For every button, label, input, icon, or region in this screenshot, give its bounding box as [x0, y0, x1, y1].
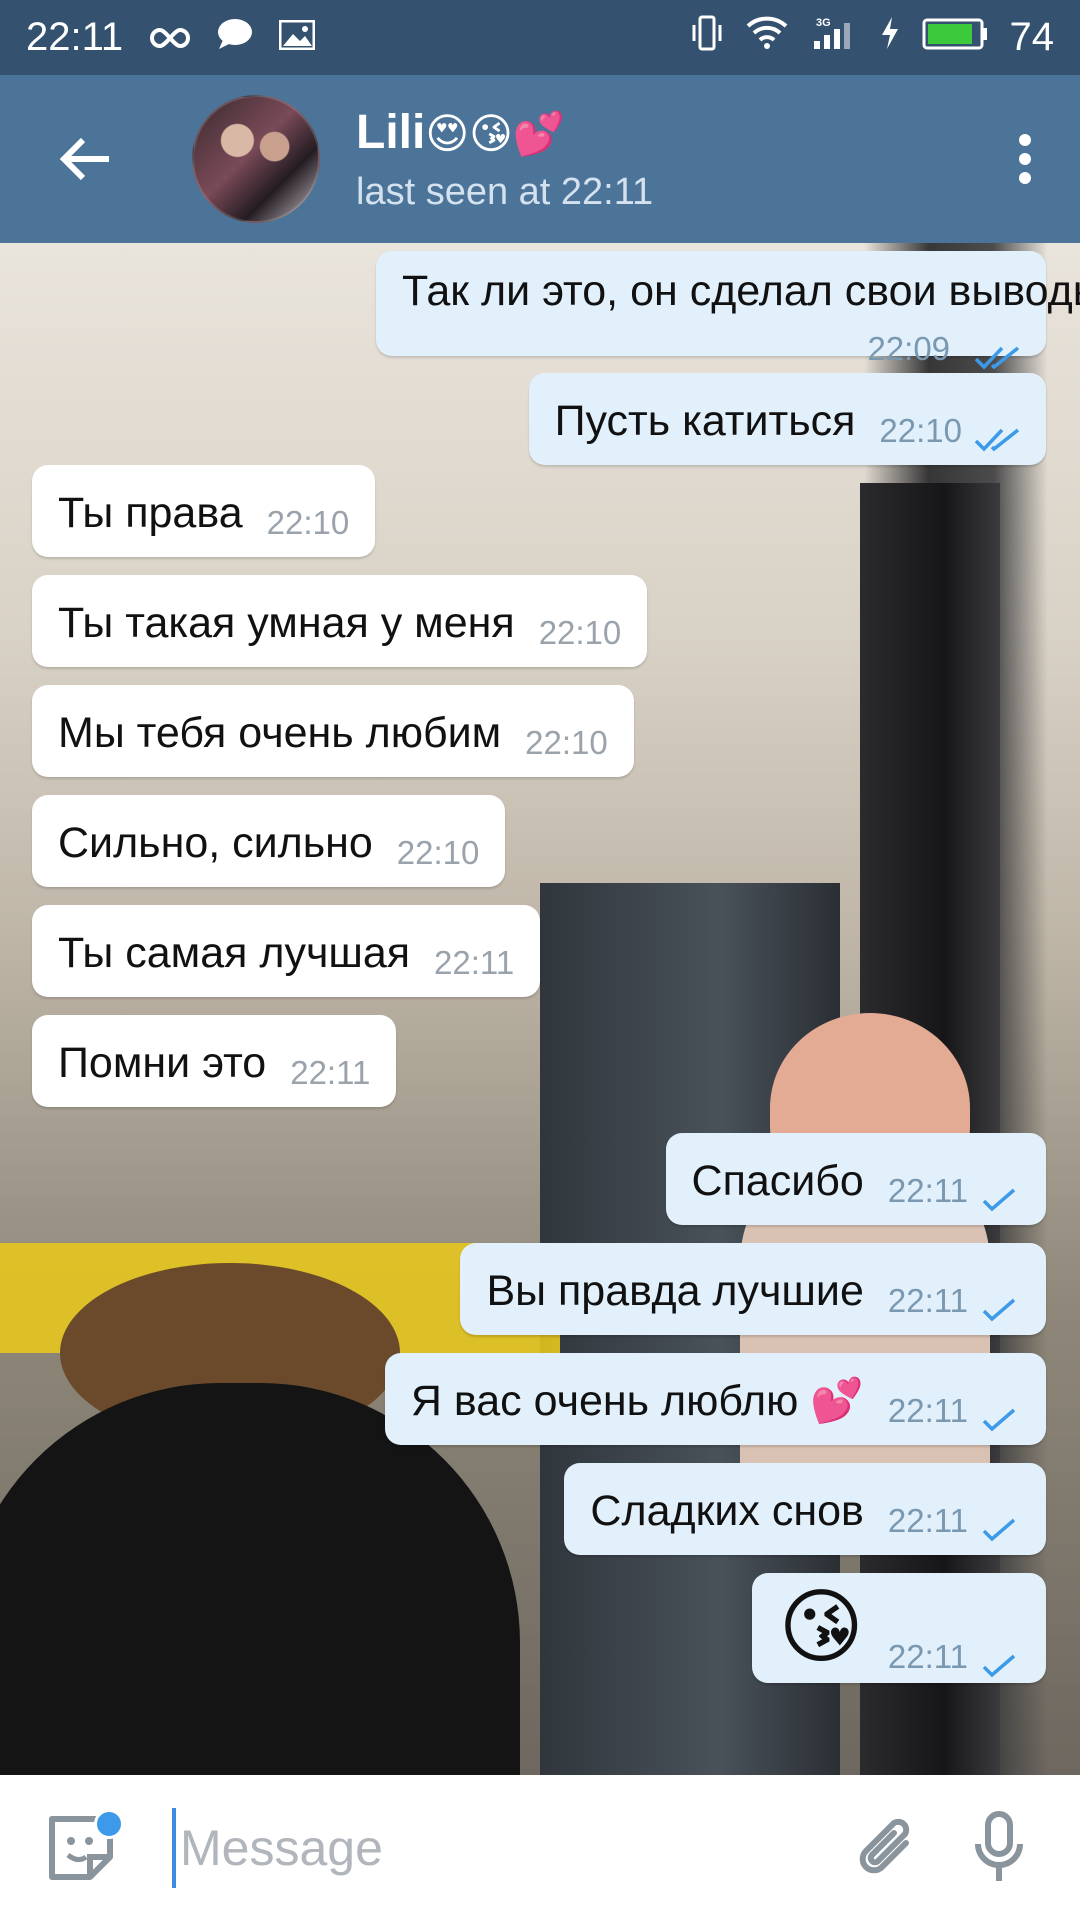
- chat-bubble-icon: [217, 15, 253, 60]
- check-icon: [982, 1408, 1016, 1432]
- message-time: 22:11: [887, 1392, 968, 1429]
- status-bar: 22:11 3G 74: [0, 0, 1080, 75]
- chat-info[interactable]: Lili😍😘💕 last seen at 22:11: [356, 104, 653, 214]
- message-bubble[interactable]: Сладких снов 22:11: [564, 1463, 1046, 1555]
- message-text: Помни это: [58, 1039, 267, 1087]
- message-meta: 22:09: [402, 313, 1020, 370]
- message-emoji: 😘: [778, 1582, 864, 1673]
- message-time: 22:11: [887, 1282, 968, 1319]
- infinity-icon: [149, 15, 191, 60]
- check-icon: [982, 1188, 1016, 1212]
- check-icon: [982, 1518, 1016, 1542]
- vertical-dots-icon: [1019, 134, 1031, 184]
- check-icon: [982, 1654, 1016, 1678]
- message-composer: [0, 1775, 1080, 1920]
- double-check-icon: [974, 428, 1020, 452]
- microphone-button[interactable]: [944, 1793, 1054, 1903]
- attach-button[interactable]: [834, 1793, 944, 1903]
- message-time: 22:09: [867, 330, 951, 367]
- message-input[interactable]: [172, 1807, 792, 1888]
- message-time: 22:11: [887, 1172, 968, 1209]
- message-bubble[interactable]: Мы тебя очень любим 22:10: [32, 685, 634, 777]
- message-time: 22:10: [266, 504, 350, 541]
- chat-title: Lili😍😘💕: [356, 104, 653, 163]
- charging-icon: [880, 15, 900, 60]
- wifi-icon: [746, 15, 788, 60]
- more-options-button[interactable]: [970, 75, 1080, 243]
- message-text: Ты такая умная у меня: [58, 599, 515, 647]
- message-time: 22:10: [879, 412, 962, 449]
- message-text: Вы правда лучшие: [486, 1267, 864, 1315]
- message-bubble[interactable]: 😘 22:11: [752, 1573, 1046, 1683]
- message-bubble[interactable]: Вы правда лучшие 22:11: [460, 1243, 1046, 1335]
- sticker-button[interactable]: [26, 1793, 136, 1903]
- paperclip-icon: [859, 1818, 910, 1873]
- double-check-icon: [974, 346, 1020, 370]
- chat-header: Lili😍😘💕 last seen at 22:11: [0, 75, 1080, 243]
- network-type: 3G: [816, 17, 831, 29]
- signal-icon: 3G: [810, 15, 858, 61]
- message-bubble[interactable]: Я вас очень люблю 💕 22:11: [384, 1353, 1046, 1445]
- microphone-icon: [975, 1810, 1023, 1881]
- message-time: 22:11: [290, 1054, 371, 1091]
- back-button[interactable]: [0, 75, 170, 243]
- avatar[interactable]: [192, 95, 320, 223]
- message-time: 22:11: [434, 944, 515, 981]
- message-time: 22:10: [538, 614, 622, 651]
- arrow-left-icon: [59, 137, 109, 181]
- message-bubble[interactable]: Помни это 22:11: [32, 1015, 397, 1107]
- chat-background: Так ли это, он сделал свои выводы 22:09 …: [0, 243, 1080, 1775]
- check-icon: [982, 1298, 1016, 1322]
- message-bubble[interactable]: Спасибо 22:11: [665, 1133, 1046, 1225]
- last-seen-status: last seen at 22:11: [356, 171, 654, 213]
- message-text: Ты самая лучшая: [58, 929, 411, 977]
- name-emojis: 😍😘💕: [425, 110, 566, 157]
- message-text: Я вас очень люблю 💕: [410, 1377, 864, 1425]
- message-bubble[interactable]: Пусть катиться 22:10: [528, 373, 1046, 465]
- message-bubble[interactable]: Ты такая умная у меня 22:10: [32, 575, 648, 667]
- message-text: Сладких снов: [590, 1487, 864, 1535]
- message-text: Сильно, сильно: [58, 819, 373, 867]
- message-text: Спасибо: [691, 1157, 864, 1205]
- notification-dot: [94, 1808, 124, 1839]
- image-icon: [278, 15, 316, 60]
- telegram-chat-screen: 22:11 3G 74 Lili😍😘💕 last seen at 22:11 Т…: [0, 0, 1080, 1920]
- message-text: Пусть катиться: [554, 397, 856, 445]
- message-text: Ты права: [58, 489, 243, 537]
- message-bubble[interactable]: Ты права 22:10: [32, 465, 376, 557]
- message-bubble[interactable]: Так ли это, он сделал свои выводы 22:09: [376, 251, 1080, 370]
- vibrate-icon: [690, 15, 724, 61]
- message-text: Мы тебя очень любим: [58, 709, 502, 757]
- battery-icon: [922, 15, 988, 60]
- message-time: 22:10: [525, 724, 608, 761]
- status-time: 22:11: [26, 15, 124, 59]
- message-text: Так ли это, он сделал свои выводы: [402, 267, 1080, 315]
- battery-level: 74: [1009, 15, 1055, 59]
- message-list[interactable]: Так ли это, он сделал свои выводы 22:09 …: [0, 243, 1080, 1775]
- contact-name: Lili: [356, 106, 426, 159]
- message-time: 22:10: [396, 834, 480, 871]
- message-bubble[interactable]: Ты самая лучшая 22:11: [32, 905, 541, 997]
- message-time: 22:11: [887, 1502, 968, 1539]
- message-time: 22:11: [887, 1638, 968, 1675]
- message-bubble[interactable]: Сильно, сильно 22:10: [32, 795, 506, 887]
